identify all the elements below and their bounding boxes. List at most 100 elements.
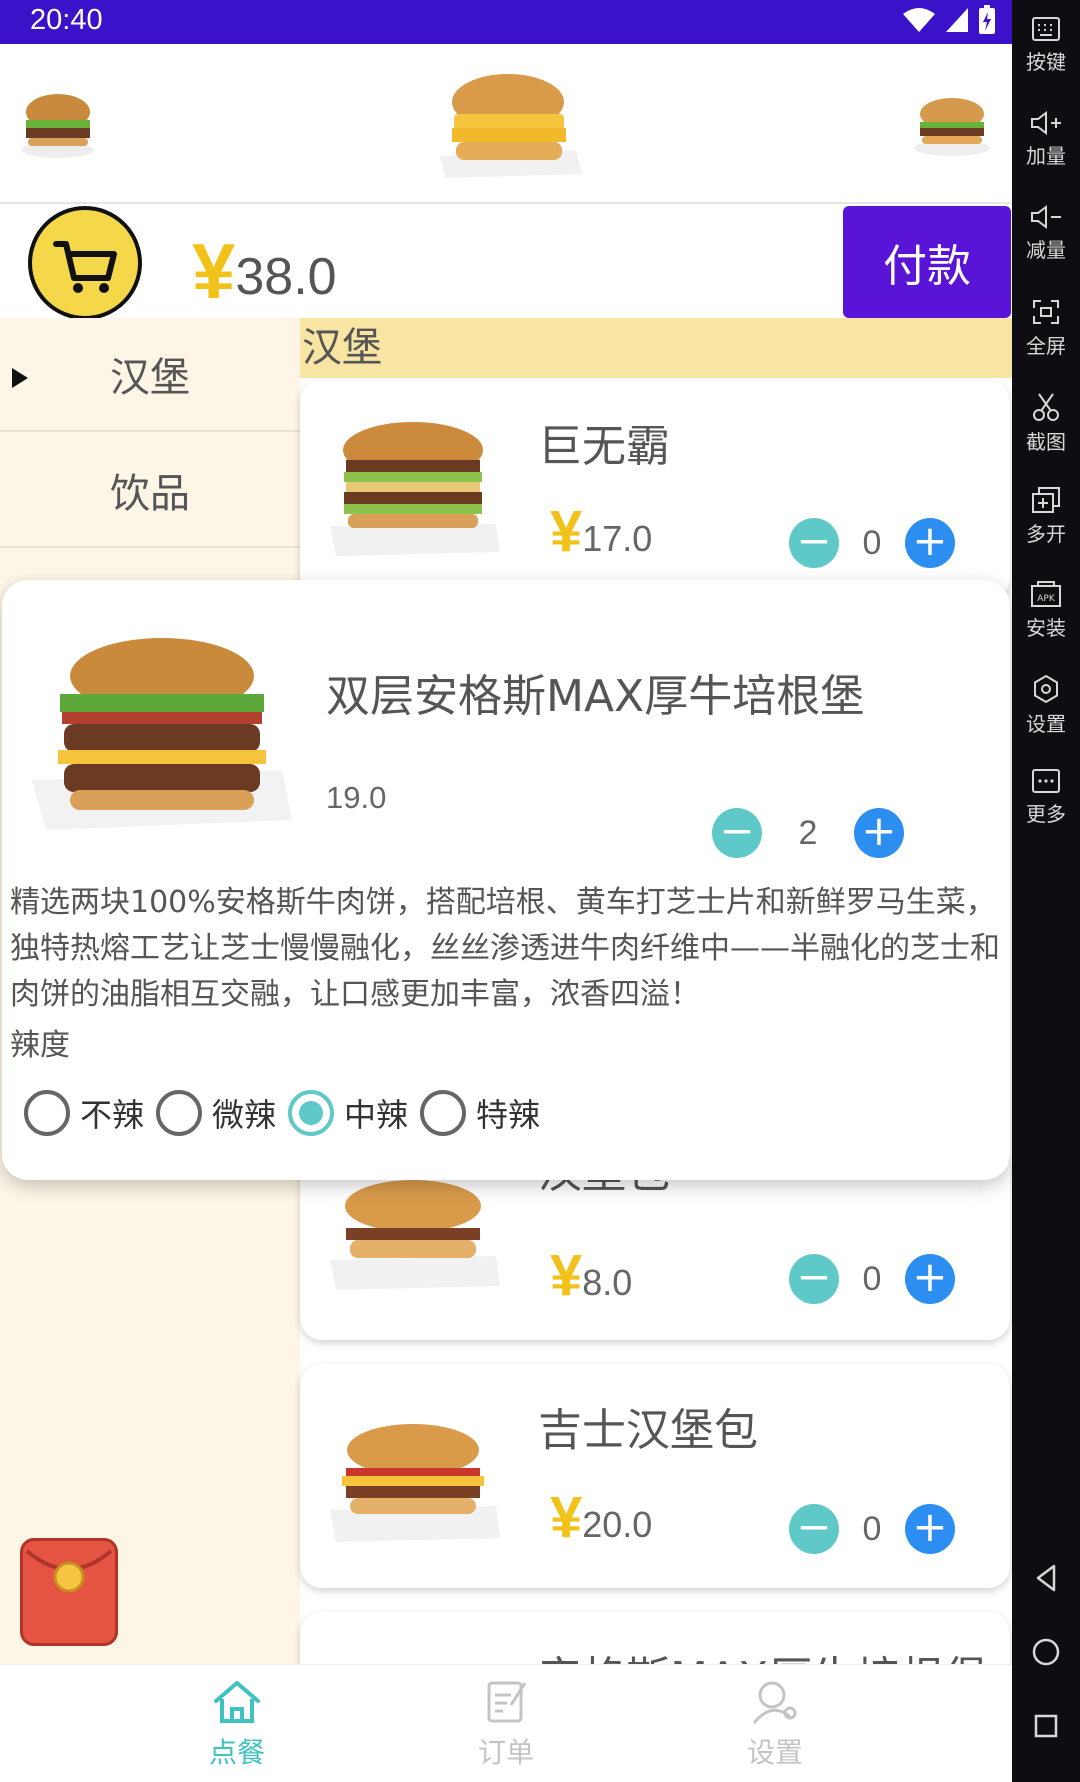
volume-down-icon bbox=[1031, 205, 1061, 229]
category-label: 汉堡 bbox=[110, 355, 190, 401]
nav-recents-button[interactable] bbox=[1012, 1712, 1080, 1740]
quantity-stepper: − 0 + bbox=[789, 1504, 955, 1554]
back-icon bbox=[1036, 1564, 1056, 1592]
spicy-option-medium[interactable]: 中辣 bbox=[288, 1090, 408, 1136]
volume-up-icon bbox=[1031, 111, 1061, 135]
category-item-drinks[interactable]: 饮品 bbox=[0, 434, 300, 548]
red-envelope-icon bbox=[25, 1549, 113, 1593]
side-keyboard-button[interactable]: 按键 bbox=[1012, 16, 1080, 75]
emulator-side-panel: 按键 加量 减量 全屏 截图 多开 APK 安装 设置 更多 bbox=[1012, 0, 1080, 1782]
product-image bbox=[330, 422, 500, 556]
currency-symbol: ¥ bbox=[550, 1243, 583, 1308]
side-install-apk-button[interactable]: APK 安装 bbox=[1012, 580, 1080, 641]
battery-icon bbox=[979, 5, 995, 34]
detail-product-price: 19.0 bbox=[326, 780, 387, 815]
tab-settings[interactable]: 设置 bbox=[715, 1679, 835, 1771]
status-icons bbox=[902, 5, 996, 35]
side-label: 加量 bbox=[1026, 144, 1066, 168]
increase-button[interactable]: + bbox=[905, 1254, 955, 1304]
product-detail-popup: 双层安格斯MAX厚牛培根堡 19.0 − 2 + 精选两块100%安格斯牛肉饼，… bbox=[2, 580, 1010, 1180]
side-more-button[interactable]: 更多 bbox=[1012, 768, 1080, 827]
product-image bbox=[330, 1180, 500, 1290]
product-name: 巨无霸 bbox=[538, 421, 670, 472]
spicy-level-label: 辣度 bbox=[10, 1028, 70, 1063]
banner-burger-image-center bbox=[440, 74, 582, 178]
tab-orders[interactable]: 订单 bbox=[446, 1679, 566, 1771]
quantity-stepper: − 0 + bbox=[789, 1254, 955, 1304]
apk-install-icon: APK bbox=[1031, 581, 1061, 607]
red-envelope-button[interactable] bbox=[20, 1538, 118, 1646]
increase-button[interactable]: + bbox=[905, 518, 955, 568]
side-multi-instance-button[interactable]: 多开 bbox=[1012, 486, 1080, 547]
side-label: 减量 bbox=[1026, 238, 1066, 262]
side-volume-up-button[interactable]: 加量 bbox=[1012, 110, 1080, 169]
banner-carousel[interactable] bbox=[0, 44, 1012, 204]
signal-icon bbox=[946, 8, 968, 32]
category-item-burger[interactable]: 汉堡 bbox=[0, 318, 300, 432]
product-card[interactable]: 吉士汉堡包 ¥20.0 − 0 + bbox=[300, 1364, 1010, 1588]
radio-circle bbox=[24, 1090, 70, 1136]
side-volume-down-button[interactable]: 减量 bbox=[1012, 204, 1080, 263]
decrease-button[interactable]: − bbox=[789, 518, 839, 568]
product-image bbox=[330, 1424, 500, 1542]
radio-circle-selected bbox=[288, 1090, 335, 1136]
spicy-level-options: 不辣 微辣 中辣 特辣 bbox=[24, 1090, 552, 1136]
multi-instance-icon bbox=[1032, 487, 1060, 513]
increase-button[interactable]: + bbox=[854, 808, 904, 858]
quantity-value: 2 bbox=[798, 813, 818, 852]
settings-icon bbox=[752, 1681, 797, 1724]
radio-label: 中辣 bbox=[344, 1096, 409, 1134]
more-icon bbox=[1032, 769, 1060, 793]
quantity-stepper: − 0 + bbox=[789, 518, 955, 568]
nav-back-button[interactable] bbox=[1012, 1562, 1080, 1594]
detail-quantity-stepper: − 2 + bbox=[712, 808, 904, 858]
decrease-button[interactable]: − bbox=[789, 1254, 839, 1304]
selected-arrow-icon bbox=[12, 368, 28, 388]
fullscreen-icon bbox=[1033, 300, 1059, 324]
pay-button[interactable]: 付款 bbox=[843, 206, 1011, 318]
decrease-button[interactable]: − bbox=[712, 808, 762, 858]
decrease-button[interactable]: − bbox=[789, 1504, 839, 1554]
side-fullscreen-button[interactable]: 全屏 bbox=[1012, 298, 1080, 359]
banner-burger-image-left bbox=[22, 94, 94, 158]
spicy-option-extra[interactable]: 特辣 bbox=[420, 1090, 540, 1136]
radio-circle bbox=[420, 1090, 467, 1136]
currency-symbol: ¥ bbox=[550, 1485, 583, 1550]
spicy-option-none[interactable]: 不辣 bbox=[24, 1090, 144, 1136]
detail-product-image bbox=[32, 638, 292, 830]
side-label: 多开 bbox=[1026, 522, 1066, 546]
detail-product-name: 双层安格斯MAX厚牛培根堡 bbox=[326, 671, 865, 722]
side-settings-button[interactable]: 设置 bbox=[1012, 674, 1080, 737]
tab-order-food[interactable]: 点餐 bbox=[177, 1679, 297, 1771]
radio-circle bbox=[156, 1090, 203, 1136]
currency-symbol: ¥ bbox=[550, 499, 583, 564]
price-value: 17.0 bbox=[582, 518, 653, 559]
product-price: ¥20.0 bbox=[550, 1484, 652, 1551]
side-label: 按键 bbox=[1026, 50, 1066, 74]
price-value: 20.0 bbox=[582, 1504, 653, 1545]
product-card[interactable]: 巨无霸 ¥17.0 − 0 + bbox=[300, 380, 1010, 600]
bottom-navigation: 点餐 订单 设置 bbox=[0, 1664, 1012, 1782]
currency-symbol: ¥ bbox=[192, 227, 236, 315]
increase-button[interactable]: + bbox=[905, 1504, 955, 1554]
detail-description: 精选两块100%安格斯牛肉饼，搭配培根、黄车打芝士片和新鲜罗马生菜，独特热熔工艺… bbox=[10, 885, 1000, 1012]
section-header: 汉堡 bbox=[300, 318, 1012, 378]
price-value: 8.0 bbox=[582, 1262, 633, 1303]
wifi-icon bbox=[903, 8, 935, 32]
order-icon bbox=[487, 1681, 527, 1723]
radio-label: 不辣 bbox=[80, 1096, 145, 1134]
cart-total: ¥38.0 bbox=[192, 226, 337, 317]
cart-button[interactable] bbox=[28, 206, 142, 320]
product-price: ¥17.0 bbox=[550, 498, 652, 565]
side-label: 设置 bbox=[1026, 712, 1066, 736]
nav-home-button[interactable] bbox=[1012, 1636, 1080, 1668]
svg-text:APK: APK bbox=[1037, 594, 1056, 604]
tab-label: 订单 bbox=[477, 1736, 534, 1769]
home-icon bbox=[214, 1681, 260, 1723]
side-label: 安装 bbox=[1026, 616, 1066, 640]
category-label: 饮品 bbox=[110, 471, 190, 517]
side-label: 截图 bbox=[1026, 430, 1066, 454]
spicy-option-mild[interactable]: 微辣 bbox=[156, 1090, 276, 1136]
side-screenshot-button[interactable]: 截图 bbox=[1012, 392, 1080, 455]
banner-burger-image-right bbox=[914, 98, 990, 156]
